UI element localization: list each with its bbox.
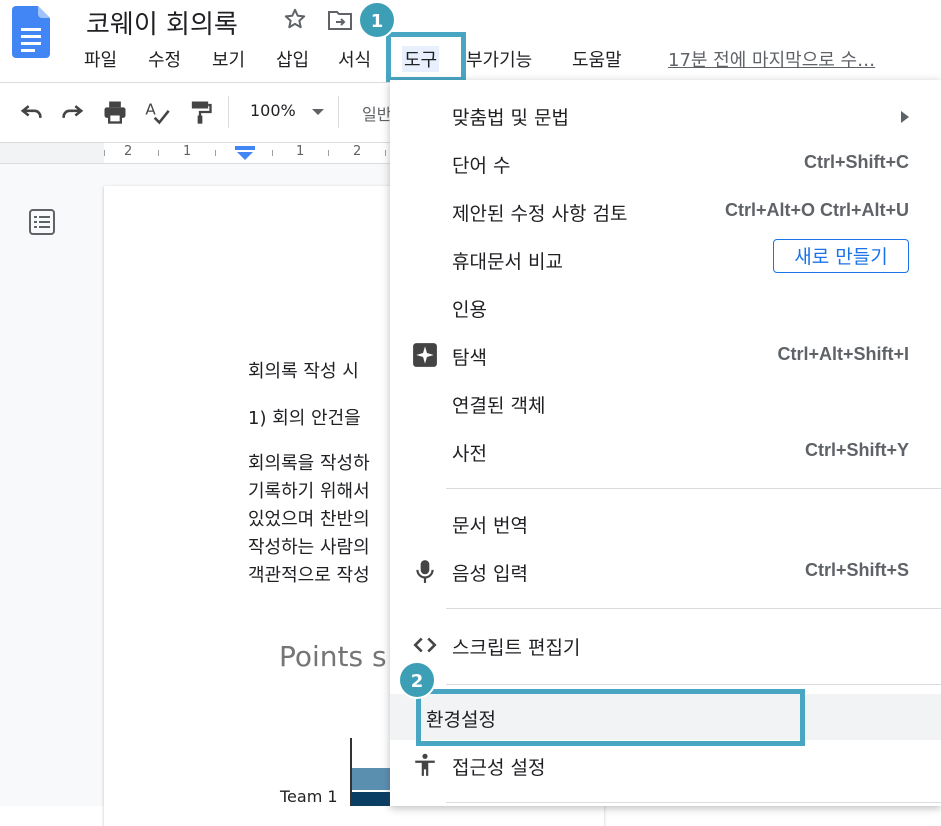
menu-item-voice-typing[interactable]: 음성 입력 Ctrl+Shift+S	[390, 548, 941, 594]
menu-item-dictionary[interactable]: 사전 Ctrl+Shift+Y	[390, 428, 941, 474]
zoom-dropdown-icon[interactable]	[312, 109, 324, 115]
menu-item-shortcut: Ctrl+Shift+S	[804, 560, 909, 580]
menu-item-label: 맞춤법 및 문법	[452, 107, 569, 129]
doc-paragraph[interactable]: 작성하는 사람의	[248, 533, 370, 559]
menu-item-citations[interactable]: 인용	[390, 284, 941, 330]
menu-item-shortcut: Ctrl+Alt+O Ctrl+Alt+U	[724, 200, 909, 220]
menu-separator	[446, 488, 941, 489]
menu-item-shortcut: Ctrl+Shift+Y	[804, 440, 909, 460]
ruler-label: 2	[124, 144, 133, 159]
menu-item-label: 단어 수	[452, 155, 511, 177]
doc-paragraph[interactable]: 회의록을 작성하	[248, 449, 370, 475]
toolbar-separator	[228, 96, 229, 128]
doc-paragraph[interactable]: 있었으며 찬반의	[248, 505, 370, 531]
spellcheck-icon[interactable]: A	[143, 98, 171, 126]
menu-item-label: 스크립트 편집기	[452, 637, 581, 659]
menu-item-shortcut: Ctrl+Shift+C	[803, 152, 909, 172]
menu-item-explore[interactable]: 탐색 Ctrl+Alt+Shift+I	[390, 332, 941, 378]
explore-icon	[413, 343, 437, 367]
doc-paragraph[interactable]: 객관적으로 작성	[248, 561, 370, 587]
ruler-tick	[215, 150, 216, 156]
svg-text:A: A	[145, 100, 156, 118]
menu-item-label: 제안된 수정 사항 검토	[452, 203, 628, 225]
move-to-folder-icon[interactable]	[327, 8, 353, 32]
submenu-arrow-icon	[901, 111, 909, 123]
menu-item-label: 문서 번역	[452, 515, 528, 537]
menu-item-accessibility-settings[interactable]: 접근성 설정	[390, 742, 941, 788]
print-icon[interactable]	[101, 98, 129, 126]
google-docs-logo-icon[interactable]	[12, 6, 50, 58]
step-badge-1: 1	[358, 1, 396, 39]
ruler-tick	[158, 150, 159, 156]
menu-separator	[446, 684, 941, 685]
indent-marker-icon[interactable]	[235, 146, 255, 162]
embedded-chart-category-label: Team 1	[280, 787, 338, 806]
menu-item-shortcut: Ctrl+Alt+Shift+I	[777, 344, 909, 364]
toolbar-separator	[338, 96, 339, 128]
ruler-tick	[328, 150, 329, 156]
zoom-select[interactable]: 100%	[250, 101, 296, 120]
callout-preferences	[416, 689, 805, 746]
new-badge-button[interactable]: 새로 만들기	[773, 239, 909, 273]
doc-paragraph[interactable]: 기록하기 위해서	[248, 477, 370, 503]
menu-item-label: 사전	[452, 443, 487, 465]
callout-tools-menu	[386, 32, 466, 82]
menu-separator	[446, 802, 941, 803]
undo-icon[interactable]	[17, 98, 45, 126]
accessibility-icon	[415, 753, 435, 776]
menu-item-label: 연결된 객체	[452, 395, 546, 417]
menu-item-word-count[interactable]: 단어 수 Ctrl+Shift+C	[390, 140, 941, 186]
menu-item-translate-document[interactable]: 문서 번역	[390, 500, 941, 546]
menu-item-linked-objects[interactable]: 연결된 객체	[390, 380, 941, 426]
menu-item-spelling-grammar[interactable]: 맞춤법 및 문법	[390, 92, 941, 138]
document-title[interactable]: 코웨이 회의록	[86, 4, 238, 41]
menu-item-script-editor[interactable]: 스크립트 편집기	[390, 622, 941, 668]
doc-paragraph[interactable]: 회의록 작성 시	[248, 357, 359, 383]
menu-separator	[446, 608, 941, 609]
doc-paragraph[interactable]: 1) 회의 안건을	[248, 404, 361, 430]
menu-item-review-suggestions[interactable]: 제안된 수정 사항 검토 Ctrl+Alt+O Ctrl+Alt+U	[390, 188, 941, 234]
menu-item-label: 인용	[452, 299, 487, 321]
menu-edit[interactable]: 수정	[148, 46, 181, 72]
ruler-label: 2	[353, 144, 362, 159]
menu-view[interactable]: 보기	[212, 46, 245, 72]
menu-help[interactable]: 도움말	[572, 46, 622, 72]
document-outline-icon[interactable]	[28, 208, 56, 236]
ruler-tick	[272, 150, 273, 156]
microphone-icon	[416, 560, 434, 583]
embedded-chart-title: Points s	[279, 640, 387, 673]
ruler-tick	[104, 150, 105, 156]
menu-item-label: 탐색	[452, 347, 487, 369]
paragraph-style-select[interactable]: 일반	[362, 101, 391, 125]
menu-item-label: 접근성 설정	[452, 757, 546, 779]
ruler-tick	[385, 150, 386, 156]
menu-item-label: 음성 입력	[452, 563, 528, 585]
redo-icon[interactable]	[59, 98, 87, 126]
ruler-label: 1	[183, 144, 192, 159]
menu-item-compare-documents[interactable]: 휴대문서 비교 새로 만들기	[390, 236, 941, 282]
step-badge-2: 2	[398, 661, 436, 699]
star-icon[interactable]	[282, 6, 308, 32]
paint-format-icon[interactable]	[186, 98, 214, 126]
menu-insert[interactable]: 삽입	[276, 46, 309, 72]
menu-addons[interactable]: 부가기능	[466, 46, 532, 72]
code-icon	[413, 637, 437, 653]
menu-format[interactable]: 서식	[338, 46, 371, 72]
menu-file[interactable]: 파일	[84, 46, 117, 72]
menu-item-label: 휴대문서 비교	[452, 251, 563, 273]
last-edit-link[interactable]: 17분 전에 마지막으로 수…	[668, 46, 875, 72]
ruler-label: 1	[296, 144, 305, 159]
